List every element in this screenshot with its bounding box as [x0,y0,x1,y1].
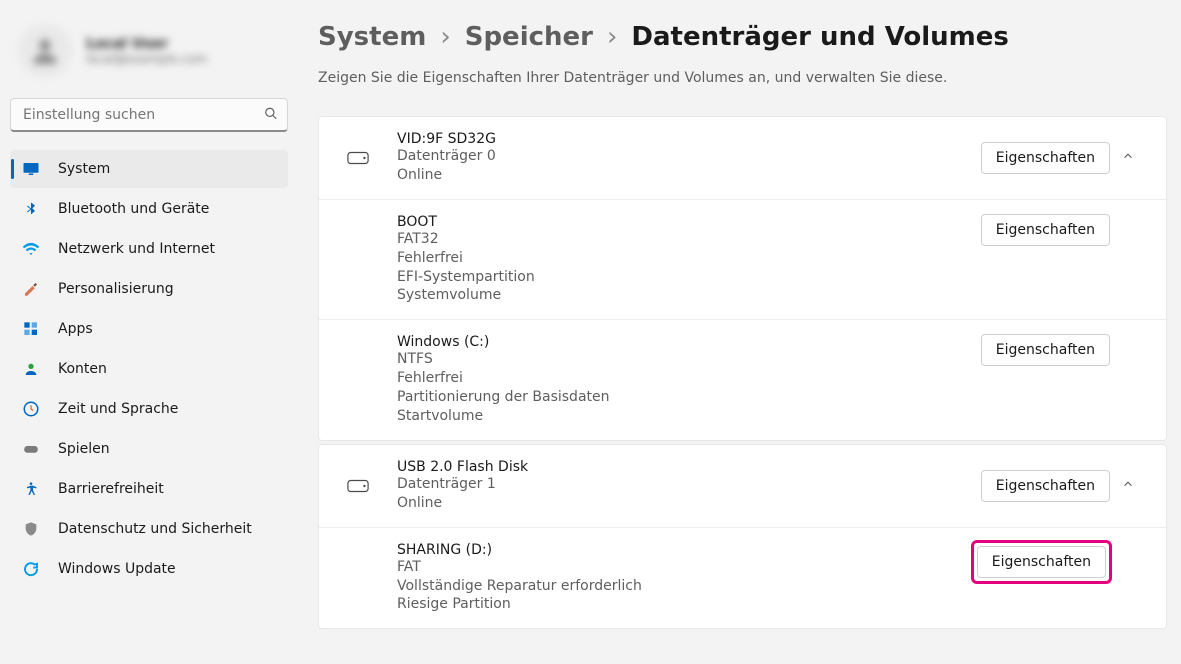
search-icon [264,106,278,125]
sidebar-item-apps[interactable]: Apps [10,310,288,348]
volume-fs: FAT [397,558,973,577]
sidebar-item-label: Spielen [58,441,110,457]
volume-row[interactable]: Windows (C:) NTFS Fehlerfrei Partitionie… [319,319,1166,440]
chevron-up-icon[interactable] [1110,476,1146,495]
sidebar-item-system[interactable]: System [10,150,288,188]
sidebar-item-label: Zeit und Sprache [58,401,178,417]
monitor-icon [22,160,40,178]
disk-header-row[interactable]: USB 2.0 Flash Disk Datenträger 1 Online … [319,445,1166,527]
volume-health: Fehlerfrei [397,249,981,268]
brush-icon [22,280,40,298]
sidebar-item-accessibility[interactable]: Barrierefreiheit [10,470,288,508]
sidebar-item-label: Datenschutz und Sicherheit [58,521,252,537]
breadcrumb: System › Speicher › Datenträger und Volu… [318,22,1167,52]
volume-health: Fehlerfrei [397,369,981,388]
disk-group-1: USB 2.0 Flash Disk Datenträger 1 Online … [318,444,1167,629]
sidebar-item-label: Windows Update [58,561,176,577]
properties-button[interactable]: Eigenschaften [981,470,1110,502]
properties-button[interactable]: Eigenschaften [981,214,1110,246]
disk-name: USB 2.0 Flash Disk [397,459,981,475]
properties-button[interactable]: Eigenschaften [981,334,1110,366]
sidebar-item-label: Apps [58,321,93,337]
sidebar-item-bluetooth[interactable]: Bluetooth und Geräte [10,190,288,228]
disk-name: VID:9F SD32G [397,131,981,147]
shield-icon [22,520,40,538]
sidebar-item-update[interactable]: Windows Update [10,550,288,588]
user-name: Local User [86,36,207,52]
volume-fs: NTFS [397,350,981,369]
volume-type: Startvolume [397,407,981,426]
sidebar-item-label: Personalisierung [58,281,174,297]
breadcrumb-storage[interactable]: Speicher [465,22,593,52]
accessibility-icon [22,480,40,498]
disk-header-row[interactable]: VID:9F SD32G Datenträger 0 Online Eigens… [319,117,1166,199]
sidebar-item-accounts[interactable]: Konten [10,350,288,388]
chevron-right-icon: › [607,22,617,52]
disk-group-0: VID:9F SD32G Datenträger 0 Online Eigens… [318,116,1167,441]
search-input[interactable] [10,98,288,132]
volume-type: Systemvolume [397,286,981,305]
drive-icon [339,151,377,165]
sidebar-item-time[interactable]: Zeit und Sprache [10,390,288,428]
sidebar-item-label: Bluetooth und Geräte [58,201,209,217]
disk-status: Online [397,494,981,513]
clock-globe-icon [22,400,40,418]
sidebar-item-privacy[interactable]: Datenschutz und Sicherheit [10,510,288,548]
disk-status: Online [397,166,981,185]
avatar [18,24,72,78]
chevron-right-icon: › [440,22,450,52]
highlight-annotation: Eigenschaften [973,542,1110,582]
sidebar-nav: System Bluetooth und Geräte Netzwerk und… [10,150,288,588]
chevron-up-icon[interactable] [1110,148,1146,167]
search-box [10,98,288,132]
breadcrumb-current: Datenträger und Volumes [631,22,1008,52]
sidebar-item-personalization[interactable]: Personalisierung [10,270,288,308]
volume-name: BOOT [397,214,981,230]
user-account-row[interactable]: Local User local@example.com [10,10,288,98]
disk-index: Datenträger 1 [397,475,981,494]
breadcrumb-system[interactable]: System [318,22,426,52]
volume-health: Vollständige Reparatur erforderlich [397,577,973,596]
wifi-icon [22,240,40,258]
volume-row[interactable]: BOOT FAT32 Fehlerfrei EFI-Systempartitio… [319,199,1166,320]
volume-name: SHARING (D:) [397,542,973,558]
volume-row[interactable]: SHARING (D:) FAT Vollständige Reparatur … [319,527,1166,629]
sidebar-item-label: Konten [58,361,107,377]
sidebar-item-label: Netzwerk und Internet [58,241,215,257]
volume-type: EFI-Systempartition [397,268,981,287]
page-subtitle: Zeigen Sie die Eigenschaften Ihrer Daten… [318,70,1167,86]
volume-name: Windows (C:) [397,334,981,350]
volume-type: Partitionierung der Basisdaten [397,388,981,407]
sidebar-item-network[interactable]: Netzwerk und Internet [10,230,288,268]
gamepad-icon [22,440,40,458]
volume-type: Riesige Partition [397,595,973,614]
apps-icon [22,320,40,338]
sidebar-item-label: System [58,161,110,177]
update-icon [22,560,40,578]
sidebar-item-label: Barrierefreiheit [58,481,164,497]
volume-fs: FAT32 [397,230,981,249]
disk-index: Datenträger 0 [397,147,981,166]
person-icon [22,360,40,378]
drive-icon [339,479,377,493]
sidebar-item-gaming[interactable]: Spielen [10,430,288,468]
user-email: local@example.com [86,52,207,66]
properties-button[interactable]: Eigenschaften [981,142,1110,174]
bluetooth-icon [22,200,40,218]
properties-button[interactable]: Eigenschaften [977,546,1106,578]
